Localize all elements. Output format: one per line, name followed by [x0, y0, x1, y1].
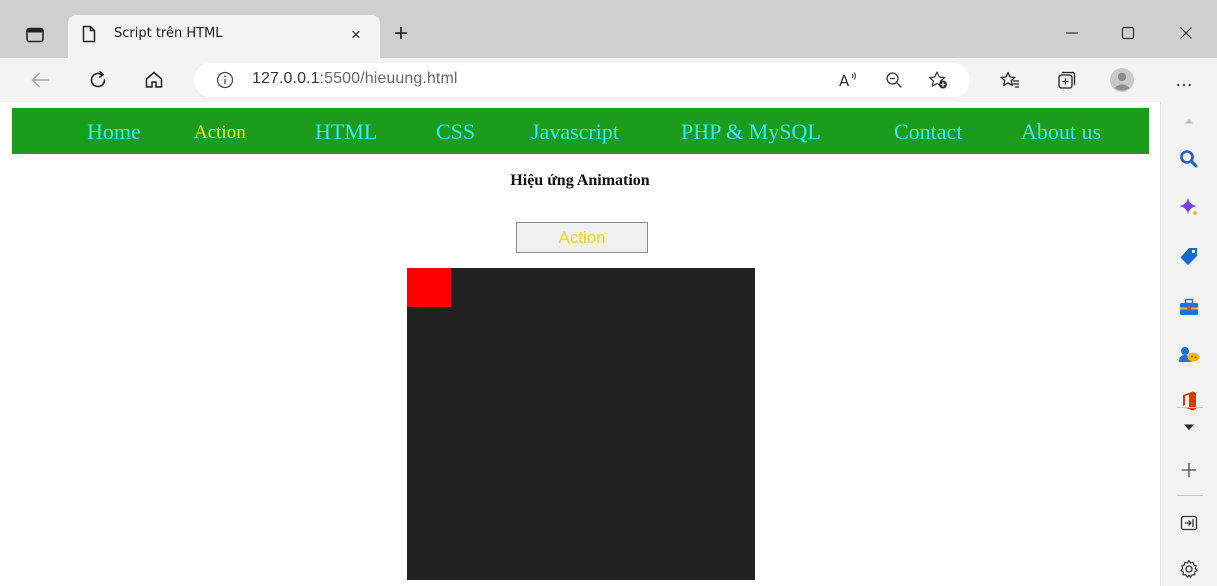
maximize-button[interactable] [1108, 20, 1148, 46]
new-tab-button[interactable]: + [389, 22, 413, 47]
address-toolbar: 127.0.0.1:5500/hieuung.html A … [0, 58, 1217, 102]
url-text[interactable]: 127.0.0.1:5500/hieuung.html [252, 70, 458, 88]
sidebar-divider [1177, 407, 1203, 408]
collections-icon[interactable] [1052, 67, 1080, 93]
sidebar-scroll-down-icon[interactable] [1175, 414, 1203, 440]
browser-tab[interactable]: Script trên HTML × [68, 15, 380, 58]
close-window-button[interactable] [1166, 20, 1206, 46]
nav-css[interactable]: CSS [436, 119, 475, 145]
back-arrow-icon[interactable] [26, 67, 54, 93]
toolbox-icon[interactable] [1175, 294, 1203, 320]
svg-text:A: A [839, 72, 850, 90]
shopping-tag-icon[interactable] [1175, 244, 1203, 270]
add-favorite-icon[interactable] [926, 69, 950, 91]
main-nav: Home Action HTML CSS Javascript PHP & My… [12, 108, 1149, 154]
animated-box [407, 268, 451, 307]
tab-close-button[interactable]: × [346, 25, 366, 45]
sidebar-divider [1177, 495, 1203, 496]
home-icon[interactable] [140, 67, 168, 93]
favorites-icon[interactable] [996, 67, 1024, 93]
action-button[interactable]: Action [516, 222, 648, 253]
nav-html[interactable]: HTML [315, 119, 377, 145]
tab-strip: Script trên HTML × + [0, 0, 1217, 58]
tab-actions-icon[interactable] [22, 24, 48, 46]
more-menu-button[interactable]: … [1170, 67, 1198, 93]
sidebar-toggle-icon[interactable] [1175, 510, 1203, 536]
edge-sidebar [1160, 102, 1217, 586]
nav-home[interactable]: Home [87, 119, 141, 145]
sidebar-scroll-up-icon[interactable] [1175, 108, 1203, 134]
zoom-out-icon[interactable] [882, 69, 906, 91]
search-icon[interactable] [1175, 146, 1203, 172]
profile-icon[interactable] [1108, 67, 1136, 93]
url-path: :5500/hieuung.html [319, 70, 458, 87]
nav-contact[interactable]: Contact [894, 119, 962, 145]
url-host: 127.0.0.1 [252, 70, 320, 87]
page-icon [82, 25, 98, 43]
minimize-button[interactable] [1052, 20, 1092, 46]
office-icon[interactable] [1175, 388, 1203, 414]
page-viewport: Home Action HTML CSS Javascript PHP & My… [0, 102, 1160, 586]
nav-javascript[interactable]: Javascript [531, 119, 619, 145]
nav-php-mysql[interactable]: PHP & MySQL [681, 119, 821, 145]
page-heading: Hiệu ứng Animation [510, 172, 650, 189]
games-icon[interactable] [1175, 342, 1203, 368]
copilot-icon[interactable] [1175, 194, 1203, 220]
read-aloud-icon[interactable]: A [836, 69, 860, 91]
info-icon[interactable] [216, 71, 234, 89]
gear-icon[interactable] [1175, 556, 1203, 582]
tab-title: Script trên HTML [114, 26, 223, 41]
animation-container [407, 268, 755, 580]
plus-icon[interactable] [1175, 457, 1203, 483]
refresh-icon[interactable] [84, 67, 112, 93]
address-bar[interactable]: 127.0.0.1:5500/hieuung.html A [194, 63, 970, 97]
nav-action[interactable]: Action [194, 122, 246, 144]
nav-about-us[interactable]: About us [1021, 119, 1101, 145]
